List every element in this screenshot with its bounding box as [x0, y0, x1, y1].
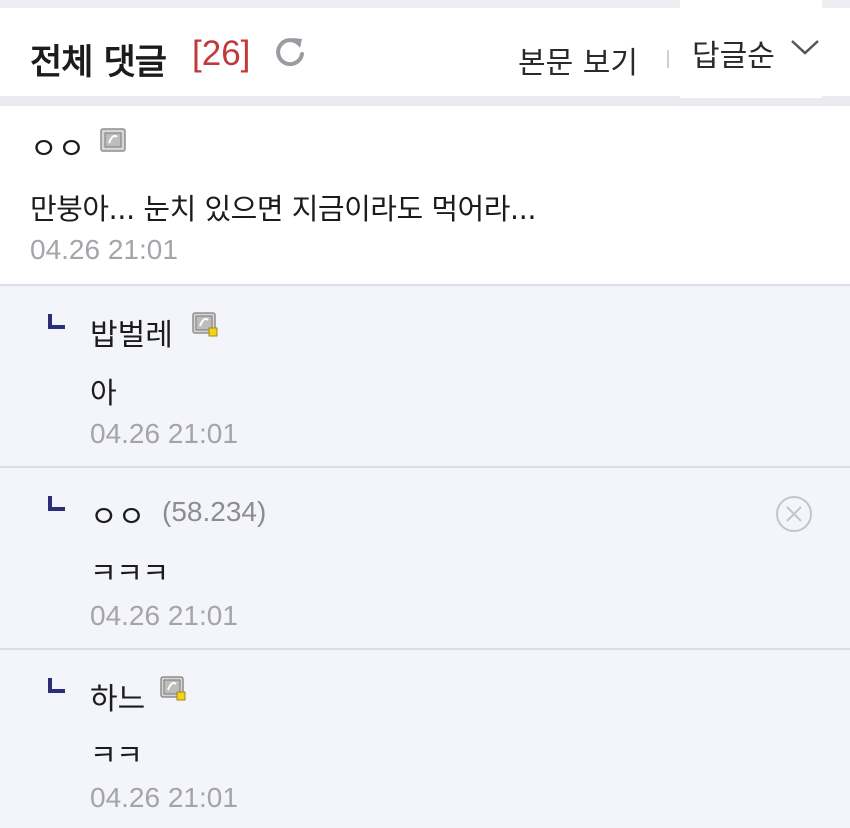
refresh-icon[interactable]	[270, 32, 310, 72]
reply-arrow-icon	[48, 678, 65, 693]
reply-date: 04.26 21:01	[90, 600, 238, 631]
reply-arrow-icon	[48, 314, 65, 329]
header-separator	[667, 50, 669, 68]
fixed-nick-icon	[160, 676, 186, 701]
view-post-button[interactable]: 본문 보기	[518, 38, 638, 82]
reply-author[interactable]: 하느	[90, 674, 145, 718]
reply-author[interactable]: 밥벌레	[90, 310, 173, 354]
reply-item: ㅇㅇ (58.234) ㅋㅋㅋ 04.26 21:01	[0, 466, 850, 650]
reply-date: 04.26 21:01	[90, 782, 238, 813]
comment-date: 04.26 21:01	[30, 234, 178, 265]
reply-text: ㅋㅋㅋ	[90, 556, 169, 590]
delete-icon[interactable]	[774, 494, 814, 534]
reply-text: ㅋㅋ	[90, 738, 143, 772]
reply-date: 04.26 21:01	[90, 418, 238, 449]
sort-label: 답글순	[692, 39, 775, 74]
sort-dropdown[interactable]: 답글순	[680, 0, 822, 98]
comment-count: [26]	[192, 34, 251, 73]
comment-item: ㅇㅇ 만붕아... 눈치 있으면 지금이라도 먹어라... 04.26 21:0…	[0, 106, 850, 284]
fixed-nick-icon	[100, 128, 126, 152]
reply-author[interactable]: ㅇㅇ	[90, 492, 145, 536]
comment-header-title: 전체 댓글	[30, 43, 167, 83]
reply-ip: (58.234)	[162, 496, 267, 527]
reply-text: 아	[90, 376, 117, 410]
chevron-down-icon	[791, 40, 819, 55]
reply-item: 밥벌레 아 04.26 21:01	[0, 284, 850, 468]
fixed-nick-icon	[192, 312, 218, 337]
comment-author[interactable]: ㅇㅇ	[30, 124, 85, 168]
reply-item: 하느 ㅋㅋ 04.26 21:01	[0, 648, 850, 828]
reply-arrow-icon	[48, 496, 65, 511]
comment-text: 만붕아... 눈치 있으면 지금이라도 먹어라...	[30, 192, 537, 226]
